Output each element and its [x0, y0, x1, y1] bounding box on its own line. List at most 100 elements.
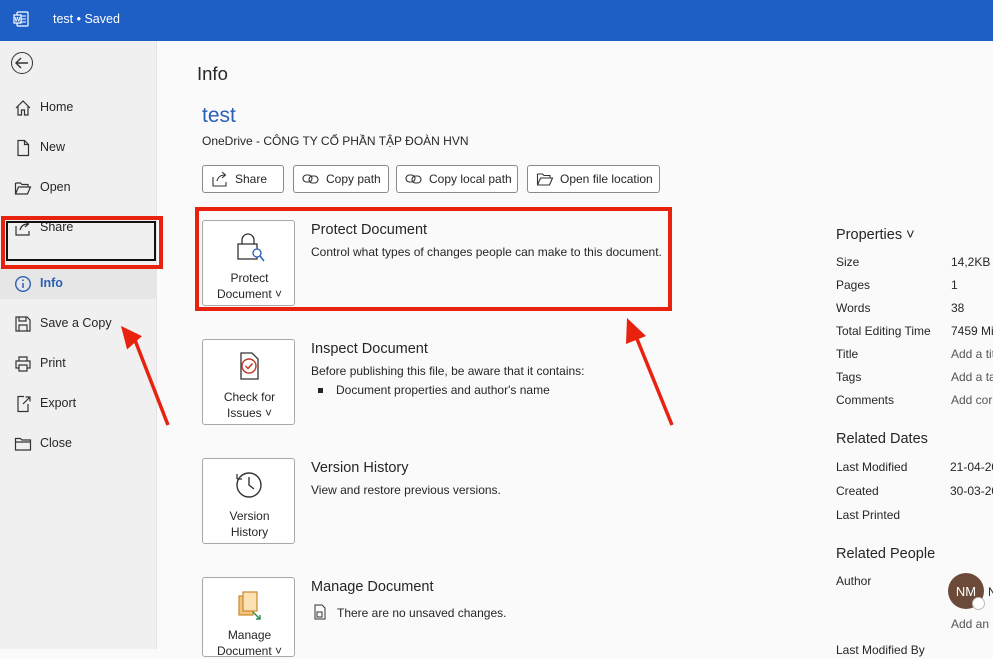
version-label-line2: History [230, 525, 269, 539]
word-app-icon: W [13, 11, 29, 27]
back-button[interactable] [11, 52, 33, 74]
clock-history-icon [236, 472, 262, 498]
inspect-label-line1: Check for [223, 390, 276, 404]
copy-path-button[interactable]: Copy path [293, 165, 389, 193]
folder-open-icon [536, 173, 554, 186]
sidebar-item-new[interactable]: New [0, 131, 157, 163]
manage-document-icon [238, 591, 261, 620]
date-value: 21-04-20 [950, 460, 993, 474]
share-button-label: Share [235, 172, 268, 186]
date-key: Last Modified [836, 460, 908, 474]
inspect-document-title: Inspect Document [311, 341, 428, 357]
properties-dropdown[interactable]: Properties ˅ [836, 227, 915, 243]
sidebar-item-close[interactable]: Close [0, 427, 157, 459]
tags-field[interactable]: Add a ta [951, 370, 993, 384]
property-key: Total Editing Time [836, 324, 931, 338]
manage-document-label: Manage Document ˅ [203, 627, 296, 659]
open-file-location-button[interactable]: Open file location [527, 165, 660, 193]
presence-indicator [972, 597, 985, 610]
manage-document-title: Manage Document [311, 579, 434, 595]
printer-icon [15, 356, 31, 372]
version-history-desc: View and restore previous versions. [311, 483, 501, 497]
share-icon [212, 171, 227, 187]
back-arrow-icon [15, 57, 28, 69]
inspect-label-line2: Issues ˅ [226, 406, 273, 420]
bullet-marker [318, 388, 323, 393]
property-key: Size [836, 255, 860, 269]
version-history-button[interactable]: Version History [202, 458, 295, 544]
date-value: 30-03-20 [950, 484, 993, 498]
inspect-document-icon [240, 352, 259, 380]
link-icon [405, 174, 422, 184]
author-name: N [988, 585, 993, 599]
folder-close-icon [14, 437, 32, 451]
sidebar-item-label: Close [40, 436, 72, 450]
related-people-heading: Related People [836, 546, 936, 562]
copy-local-path-label: Copy local path [429, 172, 512, 186]
inspect-document-desc: Before publishing this file, be aware th… [311, 364, 585, 378]
version-label-line1: Version [229, 509, 270, 523]
sidebar-item-label: Home [40, 100, 74, 114]
sidebar-item-export[interactable]: Export [0, 387, 157, 419]
export-icon [17, 395, 31, 413]
title-field[interactable]: Add a tit [951, 347, 993, 361]
sidebar-item-save-a-copy[interactable]: Save a Copy [0, 307, 157, 339]
share-button[interactable]: Share [202, 165, 284, 193]
document-title: test • Saved [53, 12, 120, 26]
property-key: Title [836, 347, 859, 361]
copy-path-label: Copy path [326, 172, 381, 186]
sidebar-item-info[interactable]: Info [0, 267, 157, 299]
version-history-label: Version History [203, 508, 296, 540]
copy-local-path-button[interactable]: Copy local path [396, 165, 518, 193]
sidebar-item-home[interactable]: Home [0, 91, 157, 123]
manage-document-desc: There are no unsaved changes. [337, 606, 507, 620]
sidebar-item-label: Save a Copy [40, 316, 112, 330]
page-title: Info [197, 63, 228, 84]
check-for-issues-label: Check for Issues ˅ [203, 389, 296, 421]
sidebar-item-label: Export [40, 396, 77, 410]
info-pane: Info test OneDrive - CÔNG TY CỔ PHẦN TẬP… [158, 41, 993, 658]
protect-highlight-box [195, 207, 672, 311]
property-value: 7459 Mi [951, 324, 993, 338]
sidebar-item-label: Info [40, 276, 63, 290]
info-icon [14, 275, 32, 293]
date-key: Last Printed [836, 508, 901, 522]
property-value: 14,2KB [951, 255, 991, 269]
svg-text:W: W [15, 18, 21, 24]
document-name: test [202, 104, 236, 127]
author-label: Author [836, 574, 872, 588]
check-for-issues-button[interactable]: Check for Issues ˅ [202, 339, 295, 425]
property-key: Pages [836, 278, 871, 292]
last-modified-by-label: Last Modified By [836, 643, 925, 657]
manage-document-button[interactable]: Manage Document ˅ [202, 577, 296, 659]
open-file-location-label: Open file location [560, 172, 653, 186]
add-author-link[interactable]: Add an [951, 617, 989, 631]
document-small-icon [314, 604, 326, 620]
property-key: Words [836, 301, 871, 315]
sidebar-item-label: New [40, 140, 66, 154]
property-key: Tags [836, 370, 862, 384]
new-document-icon [17, 139, 30, 157]
date-key: Created [836, 484, 879, 498]
save-copy-icon [15, 316, 31, 332]
inspect-bullet-item: Document properties and author's name [336, 383, 550, 397]
info-focus-border [6, 221, 156, 261]
link-icon [302, 174, 319, 184]
home-icon [15, 100, 31, 116]
sidebar-item-label: Open [40, 180, 71, 194]
title-bar: W test • Saved [0, 0, 993, 41]
manage-label-line2: Document ˅ [216, 644, 283, 658]
document-location: OneDrive - CÔNG TY CỔ PHẦN TẬP ĐOÀN HVN [202, 134, 469, 148]
version-history-title: Version History [311, 460, 409, 476]
property-value: 38 [951, 301, 965, 315]
manage-label-line1: Manage [227, 628, 272, 642]
property-key: Comments [836, 393, 895, 407]
related-dates-heading: Related Dates [836, 431, 928, 447]
comments-field[interactable]: Add cor [951, 393, 992, 407]
sidebar-item-label: Print [40, 356, 66, 370]
sidebar-item-print[interactable]: Print [0, 347, 157, 379]
sidebar-item-open[interactable]: Open [0, 171, 157, 203]
backstage-sidebar: Home New Open Share Info Save a Copy Pri… [0, 41, 157, 649]
property-value: 1 [951, 278, 958, 292]
folder-open-icon [14, 182, 32, 195]
